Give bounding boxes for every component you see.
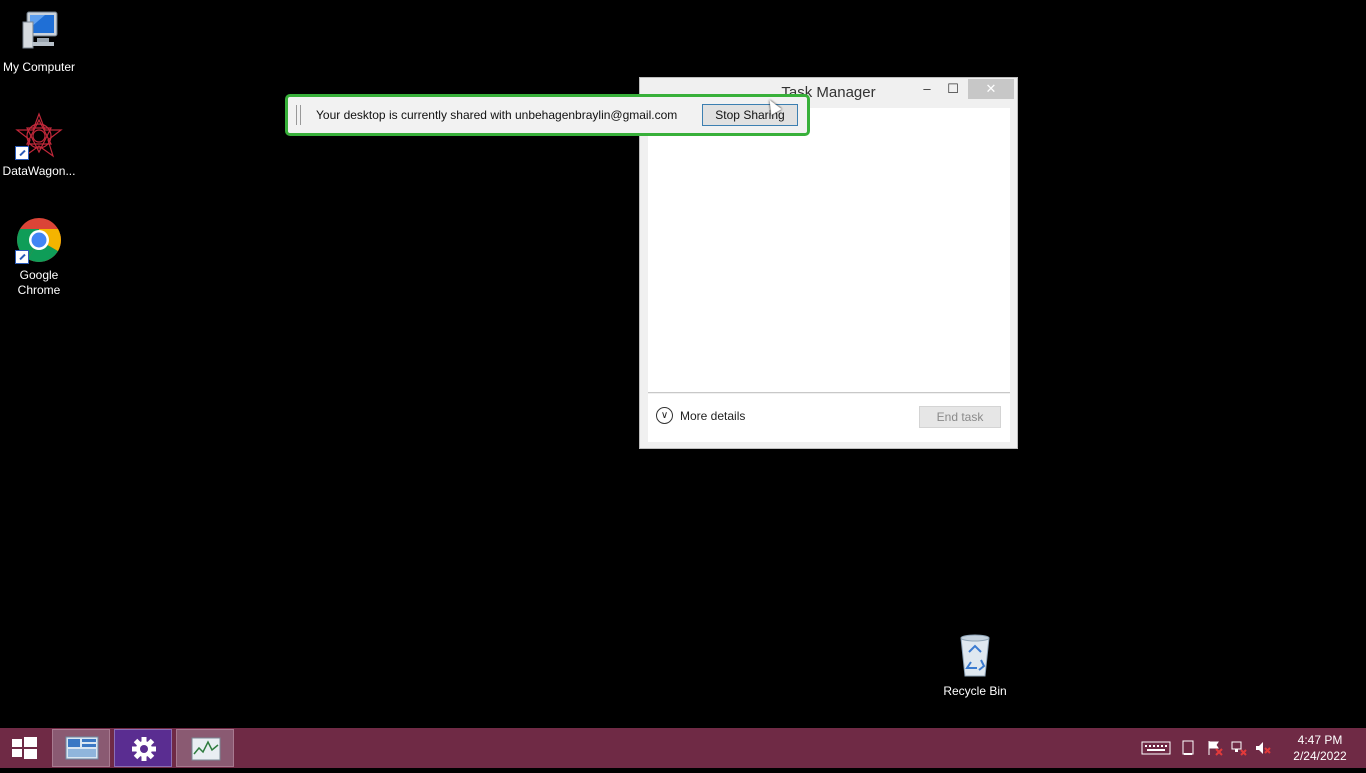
desktop-icon-label: My Computer bbox=[2, 60, 76, 74]
minimize-button[interactable]: – bbox=[916, 79, 938, 99]
desktop-icon-label: DataWagon... bbox=[2, 164, 76, 178]
chrome-icon bbox=[15, 216, 63, 264]
shortcut-arrow-icon bbox=[15, 250, 29, 264]
end-task-button[interactable]: End task bbox=[919, 406, 1001, 428]
computer-icon bbox=[15, 8, 63, 56]
desktop-sharing-bar: Your desktop is currently shared with un… bbox=[285, 94, 810, 136]
desktop-icon-google-chrome[interactable]: Google Chrome bbox=[0, 216, 78, 298]
taskbar: 4:47 PM 2/24/2022 bbox=[0, 728, 1366, 768]
desktop-icon-label: Google Chrome bbox=[17, 268, 61, 297]
taskbar-app-settings[interactable] bbox=[114, 729, 172, 767]
clock[interactable]: 4:47 PM 2/24/2022 bbox=[1288, 732, 1352, 764]
settings-gear-icon bbox=[132, 737, 156, 761]
tablet-icon[interactable] bbox=[1181, 740, 1195, 756]
server-manager-icon bbox=[65, 736, 99, 760]
maximize-button[interactable]: ☐ bbox=[942, 79, 964, 99]
sharing-status-message: Your desktop is currently shared with un… bbox=[316, 108, 678, 122]
start-button[interactable] bbox=[0, 728, 48, 768]
volume-muted-icon[interactable] bbox=[1255, 740, 1271, 756]
network-icon[interactable] bbox=[1231, 740, 1247, 756]
desktop-icon-label: Recycle Bin bbox=[943, 684, 1007, 698]
more-details-button[interactable]: ∨ More details bbox=[656, 407, 745, 424]
process-list-area[interactable] bbox=[648, 108, 1010, 393]
clock-date: 2/24/2022 bbox=[1293, 749, 1347, 763]
clock-time: 4:47 PM bbox=[1297, 733, 1343, 747]
desktop-icon-recycle-bin[interactable]: Recycle Bin bbox=[936, 632, 1014, 699]
flag-icon[interactable] bbox=[1207, 740, 1223, 756]
taskbar-app-task-manager[interactable] bbox=[176, 729, 234, 767]
drag-grip-handle[interactable] bbox=[296, 105, 301, 125]
stop-sharing-button[interactable]: Stop Sharing bbox=[702, 104, 798, 126]
close-button[interactable]: ✕ bbox=[968, 79, 1014, 99]
keyboard-icon[interactable] bbox=[1141, 740, 1171, 756]
desktop-icon-my-computer[interactable]: My Computer bbox=[0, 8, 78, 75]
shortcut-arrow-icon bbox=[15, 146, 29, 160]
more-details-label: More details bbox=[680, 408, 746, 423]
datawagon-icon bbox=[15, 112, 63, 160]
desktop-icon-datawagon[interactable]: DataWagon... bbox=[0, 112, 78, 179]
taskbar-app-server-manager[interactable] bbox=[52, 729, 110, 767]
task-manager-icon bbox=[191, 737, 221, 761]
recycle-bin-icon bbox=[951, 632, 999, 680]
task-manager-footer: ∨ More details End task bbox=[648, 394, 1010, 442]
system-tray: 4:47 PM 2/24/2022 bbox=[1136, 728, 1366, 768]
chevron-down-icon: ∨ bbox=[656, 407, 673, 424]
